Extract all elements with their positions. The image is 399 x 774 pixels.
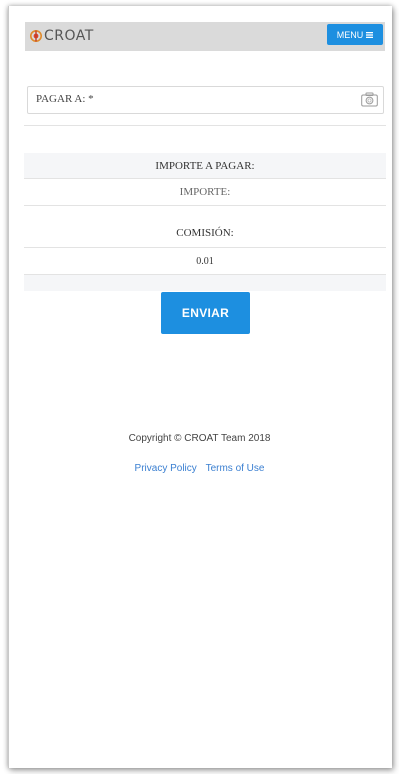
menu-label: MENU bbox=[336, 29, 364, 40]
fee-value-row: 0.01 bbox=[24, 248, 386, 274]
device-frame bbox=[8, 6, 392, 768]
privacy-policy-link[interactable]: Privacy Policy bbox=[135, 463, 197, 474]
spacer-band bbox=[24, 275, 386, 291]
logo[interactable]: CROAT bbox=[30, 27, 94, 45]
divider bbox=[24, 125, 386, 126]
send-button[interactable]: ENVIAR bbox=[161, 292, 250, 334]
hamburger-icon bbox=[366, 31, 374, 38]
copyright-text: Copyright © CROAT Team 2018 bbox=[128, 433, 271, 444]
pay-to-input[interactable] bbox=[28, 87, 383, 113]
camera-icon[interactable] bbox=[361, 92, 378, 107]
croat-logo-icon bbox=[30, 30, 42, 42]
fee-heading-row: COMISIÓN: bbox=[24, 220, 386, 246]
top-bar: CROAT MENU bbox=[25, 22, 385, 51]
terms-of-use-link[interactable]: Terms of Use bbox=[206, 463, 265, 474]
amount-input[interactable]: IMPORTE: bbox=[180, 186, 231, 198]
fee-value: 0.01 bbox=[196, 255, 214, 267]
menu-button[interactable]: MENU bbox=[327, 24, 383, 45]
divider bbox=[24, 205, 386, 206]
pay-to-field[interactable]: PAGAR A: * bbox=[27, 86, 384, 114]
amount-input-row[interactable]: IMPORTE: bbox=[24, 179, 386, 205]
logo-text: CROAT bbox=[44, 28, 94, 44]
footer-links: Privacy Policy Terms of Use bbox=[0, 463, 399, 474]
fee-heading: COMISIÓN: bbox=[176, 227, 234, 239]
amount-heading: IMPORTE A PAGAR: bbox=[155, 159, 255, 172]
amount-heading-row: IMPORTE A PAGAR: bbox=[24, 153, 386, 178]
